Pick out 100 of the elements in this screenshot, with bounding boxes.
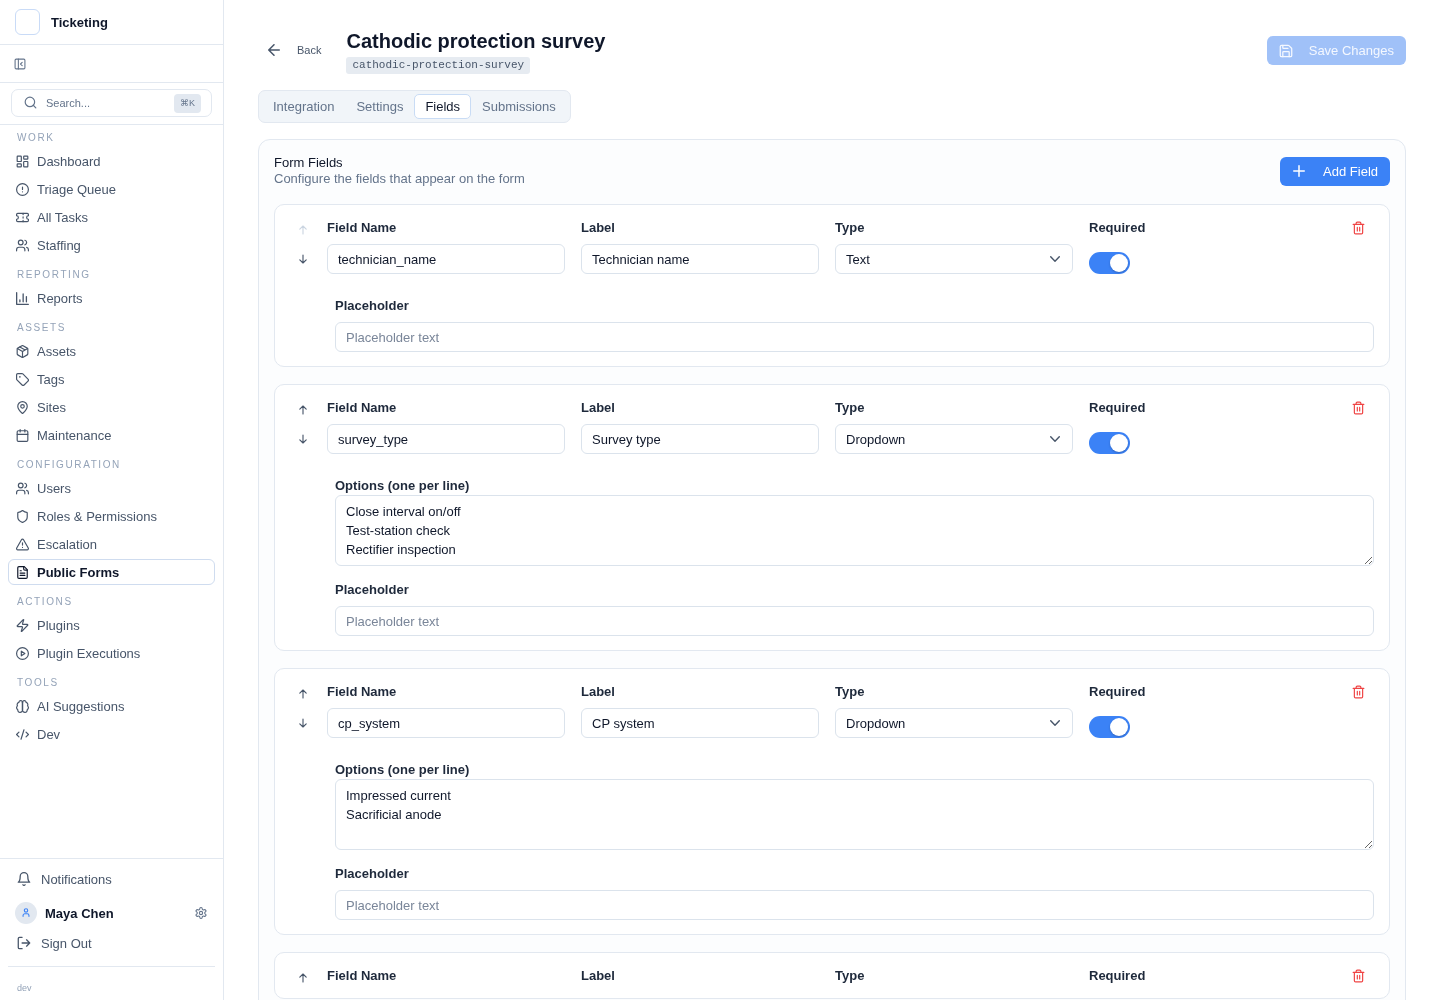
- bell-icon: [17, 872, 31, 886]
- bar-chart-icon: [16, 291, 29, 305]
- tab[interactable]: Settings: [345, 94, 415, 119]
- field-label: Required: [1089, 400, 1146, 416]
- options-textarea[interactable]: Impressed current Sacrificial anode: [335, 779, 1374, 850]
- nav-item[interactable]: Maintenance: [8, 422, 215, 448]
- nav-item[interactable]: Tags: [8, 366, 215, 392]
- dashboard-grid-icon: [16, 154, 29, 168]
- field-label: Field Name: [327, 220, 397, 236]
- nav-item[interactable]: Sites: [8, 394, 215, 420]
- tab[interactable]: Submissions: [471, 94, 567, 119]
- field-label: Field Name: [327, 968, 397, 984]
- field-label: Field Name: [327, 400, 397, 416]
- field-label: Placeholder: [335, 298, 409, 314]
- text-input[interactable]: Technician name: [581, 244, 819, 274]
- section-heading: REPORTING: [17, 268, 91, 282]
- shield-icon: [16, 509, 29, 523]
- section-heading: CONFIGURATION: [17, 458, 121, 472]
- trash-icon[interactable]: [1352, 969, 1365, 983]
- arrow-up-icon[interactable]: [298, 405, 307, 415]
- alert-circle-icon: [16, 182, 29, 196]
- search-icon: [24, 96, 37, 109]
- type-select[interactable]: Text: [835, 244, 1073, 274]
- field-label: Options (one per line): [335, 762, 470, 778]
- placeholder-input[interactable]: Placeholder text: [335, 322, 1374, 352]
- nav-item[interactable]: Plugins: [8, 612, 215, 638]
- nav-item[interactable]: Roles & Permissions: [8, 503, 215, 529]
- trash-icon[interactable]: [1352, 401, 1365, 415]
- placeholder-input[interactable]: Placeholder text: [335, 890, 1374, 920]
- sign-out-link[interactable]: Sign Out: [8, 929, 215, 957]
- field-label: Placeholder: [335, 582, 409, 598]
- nav-item[interactable]: All Tasks: [8, 204, 215, 230]
- sidebar-toggle-icon[interactable]: [14, 57, 26, 70]
- nav-item[interactable]: Dashboard: [8, 148, 215, 174]
- avatar-icon: [15, 902, 37, 924]
- nav-item[interactable]: Plugin Executions: [8, 640, 215, 666]
- nav-item[interactable]: Users: [8, 475, 215, 501]
- log-out-icon: [17, 936, 31, 950]
- required-toggle[interactable]: [1089, 716, 1130, 738]
- nav-item[interactable]: AI Suggestions: [8, 693, 215, 719]
- section-title: Form Fields: [274, 155, 343, 171]
- lightning-icon: [16, 618, 29, 632]
- field-label: Label: [581, 684, 615, 700]
- nav-item[interactable]: Escalation: [8, 531, 215, 557]
- nav-item[interactable]: Triage Queue: [8, 176, 215, 202]
- slug-label: cathodic-protection-survey: [346, 57, 531, 74]
- brain-icon: [16, 699, 29, 713]
- app-name: Ticketing: [51, 14, 108, 30]
- user-name: Maya Chen: [45, 905, 114, 921]
- settings-icon[interactable]: [195, 907, 207, 919]
- arrow-up-icon[interactable]: [298, 689, 307, 699]
- type-select[interactable]: Dropdown: [835, 424, 1073, 454]
- field-label: Required: [1089, 968, 1146, 984]
- nav-item[interactable]: Staffing: [8, 232, 215, 258]
- tab[interactable]: Fields: [414, 94, 472, 119]
- trash-icon[interactable]: [1352, 221, 1365, 235]
- text-input[interactable]: survey_type: [327, 424, 565, 454]
- nav-item[interactable]: Dev: [8, 721, 215, 747]
- field-label: Type: [835, 684, 865, 700]
- arrow-up-icon[interactable]: [298, 973, 307, 983]
- document-icon: [16, 565, 29, 579]
- section-heading: ASSETS: [17, 321, 67, 335]
- text-input[interactable]: Survey type: [581, 424, 819, 454]
- calendar-icon: [16, 428, 29, 442]
- placeholder-input[interactable]: Placeholder text: [335, 606, 1374, 636]
- field-label: Field Name: [327, 684, 397, 700]
- nav-item[interactable]: Reports: [8, 285, 215, 311]
- nav-item[interactable]: Public Forms: [8, 559, 215, 585]
- add-field-button[interactable]: Add Field: [1280, 156, 1390, 186]
- required-toggle[interactable]: [1089, 432, 1130, 454]
- page-title: Cathodic protection survey: [346, 29, 606, 54]
- field-label: Label: [581, 400, 615, 416]
- text-input[interactable]: technician_name: [327, 244, 565, 274]
- chevron-down-icon: [1050, 256, 1060, 262]
- warning-triangle-icon: [16, 537, 29, 551]
- play-circle-icon: [16, 646, 29, 660]
- field-label: Label: [581, 220, 615, 236]
- trash-icon[interactable]: [1352, 685, 1365, 699]
- text-input[interactable]: CP system: [581, 708, 819, 738]
- nav-item[interactable]: Assets: [8, 338, 215, 364]
- text-input[interactable]: cp_system: [327, 708, 565, 738]
- field-label: Options (one per line): [335, 478, 470, 494]
- back-button[interactable]: Back: [262, 38, 328, 62]
- shortcut-hint: ⌘K: [174, 94, 201, 113]
- section-heading: WORK: [17, 131, 55, 145]
- arrow-down-icon[interactable]: [298, 718, 307, 728]
- field-label: Type: [835, 400, 865, 416]
- logo-icon: [15, 9, 40, 35]
- required-toggle[interactable]: [1089, 252, 1130, 274]
- map-pin-icon: [16, 400, 29, 414]
- chevron-down-icon: [1050, 436, 1060, 442]
- notifications-link[interactable]: Notifications: [8, 865, 215, 893]
- users-icon: [16, 238, 29, 252]
- options-textarea[interactable]: Close interval on/off Test-station check Rectifier inspection: [335, 495, 1374, 566]
- arrow-down-icon[interactable]: [298, 254, 307, 264]
- type-select[interactable]: Dropdown: [835, 708, 1073, 738]
- arrow-down-icon[interactable]: [298, 434, 307, 444]
- tab[interactable]: Integration: [262, 94, 346, 119]
- section-subtitle: Configure the fields that appear on the form: [274, 171, 525, 187]
- section-heading: ACTIONS: [17, 595, 73, 609]
